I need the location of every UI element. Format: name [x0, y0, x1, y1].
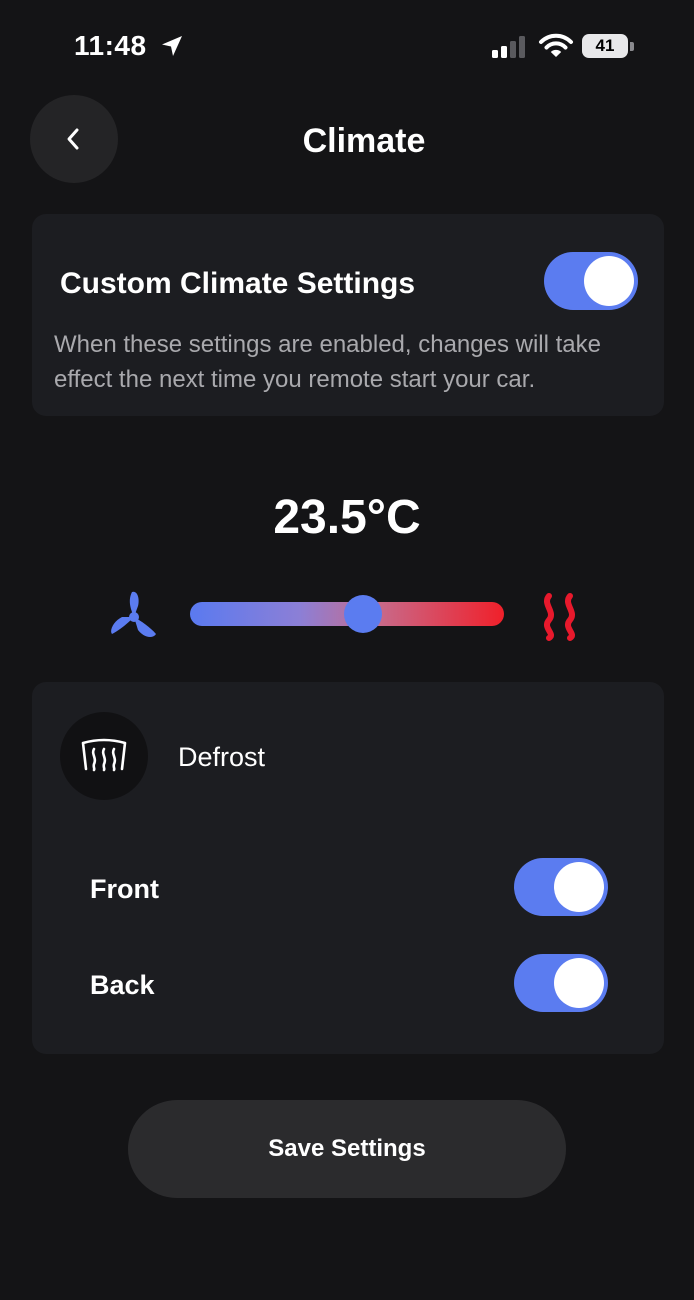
windshield-defrost-icon	[81, 738, 127, 772]
status-bar: 11:48 41	[0, 0, 694, 90]
toggle-knob	[584, 256, 634, 306]
wifi-icon	[539, 33, 573, 57]
status-time: 11:48	[74, 30, 147, 61]
toggle-knob	[554, 862, 604, 912]
defrost-card: Defrost Front Back	[32, 682, 664, 1054]
temperature-slider-thumb[interactable]	[343, 595, 382, 633]
custom-climate-title: Custom Climate Settings	[60, 267, 416, 300]
heat-waves-icon	[544, 593, 575, 641]
defrost-label: Defrost	[178, 742, 266, 772]
toggle-knob	[554, 958, 604, 1008]
custom-climate-card: Custom Climate Settings When these setti…	[32, 214, 664, 416]
climate-screen: 11:48 41 Climate Custom Climate Settings	[0, 0, 694, 1300]
fan-icon	[111, 591, 156, 638]
custom-climate-toggle[interactable]	[544, 252, 638, 310]
location-arrow-icon	[162, 36, 182, 56]
cellular-signal-icon	[492, 36, 525, 58]
defrost-front-label: Front	[90, 874, 159, 904]
battery-nub	[630, 42, 634, 51]
battery-level: 41	[595, 36, 615, 55]
defrost-back-label: Back	[90, 970, 155, 1000]
page-title: Climate	[302, 122, 426, 160]
temperature-value: 23.5°C	[273, 491, 421, 544]
save-settings-label: Save Settings	[268, 1135, 426, 1162]
defrost-front-toggle[interactable]	[514, 858, 608, 916]
defrost-back-toggle[interactable]	[514, 954, 608, 1012]
custom-climate-description: When these settings are enabled, changes…	[54, 331, 601, 393]
temperature-slider[interactable]	[190, 595, 504, 633]
battery-icon: 41	[582, 34, 628, 58]
defrost-icon-container	[60, 712, 148, 800]
save-settings-button[interactable]: Save Settings	[128, 1100, 566, 1198]
